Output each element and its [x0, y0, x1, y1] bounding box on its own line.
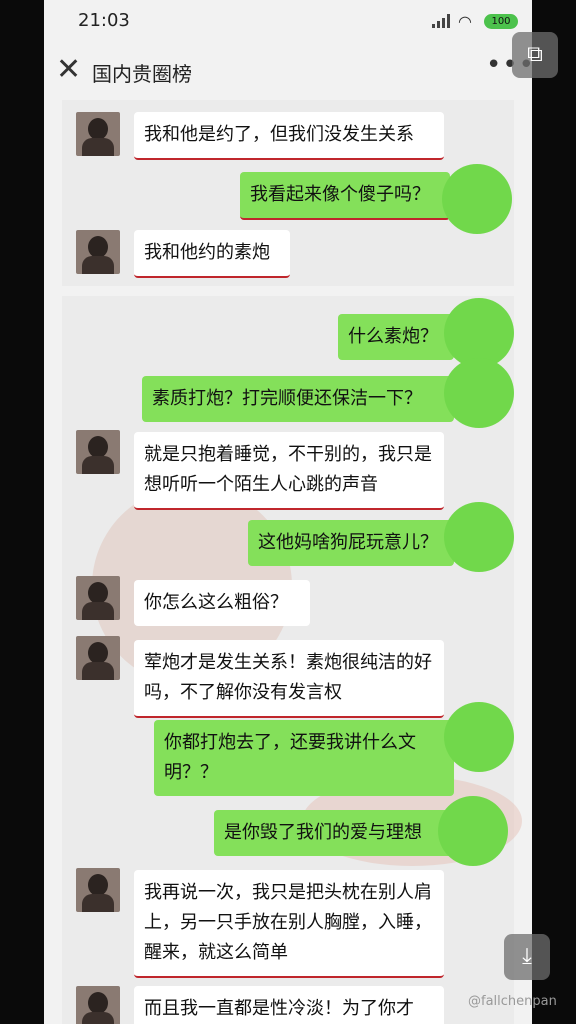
message-bubble: 我和他是约了，但我们没发生关系 — [134, 112, 444, 160]
watermark-text: @fallchenpan — [468, 994, 557, 1009]
message-bubble: 你怎么这么粗俗？ — [134, 580, 310, 626]
message-bubble: 荤炮才是发生关系！素炮很纯洁的好吗，不了解你没有发言权 — [134, 640, 444, 718]
redaction-circle — [438, 796, 508, 866]
message-bubble: 什么素炮？ — [338, 314, 454, 360]
status-bar: 21:03 ◠ 100 — [44, 0, 532, 44]
title-bar: ✕ 国内贵圈榜 ••• — [44, 44, 532, 100]
redaction-circle — [444, 502, 514, 572]
message-bubble: 素质打炮？打完顺便还保洁一下？ — [142, 376, 454, 422]
battery-icon: 100 — [484, 14, 518, 29]
redaction-circle — [444, 358, 514, 428]
avatar — [76, 430, 120, 474]
message-bubble: 而且我一直都是性冷淡！为了你才 — [134, 986, 444, 1024]
page-title: 国内贵圈榜 — [92, 62, 192, 86]
avatar — [76, 230, 120, 274]
multi-window-icon[interactable]: ⧉ — [512, 32, 558, 78]
download-icon[interactable]: ⤓ — [504, 934, 550, 980]
message-bubble: 你都打炮去了，还要我讲什么文明？？ — [154, 720, 454, 796]
avatar — [76, 112, 120, 156]
wifi-icon: ◠ — [458, 12, 472, 31]
redaction-circle — [442, 164, 512, 234]
close-icon[interactable]: ✕ — [56, 52, 81, 88]
avatar — [76, 986, 120, 1024]
redaction-circle — [444, 702, 514, 772]
avatar — [76, 636, 120, 680]
avatar — [76, 868, 120, 912]
avatar — [76, 576, 120, 620]
chat-card-2: 什么素炮？ 素质打炮？打完顺便还保洁一下？ 就是只抱着睡觉，不干别的，我只是想听… — [62, 296, 522, 1024]
chat-card-1: 我和他是约了，但我们没发生关系 我看起来像个傻子吗？ 我和他约的素炮 — [62, 100, 514, 286]
message-bubble: 就是只抱着睡觉，不干别的，我只是想听听一个陌生人心跳的声音 — [134, 432, 444, 510]
message-bubble: 我和他约的素炮 — [134, 230, 290, 278]
status-time: 21:03 — [78, 10, 130, 31]
message-bubble: 这他妈啥狗屁玩意儿？ — [248, 520, 454, 566]
message-bubble: 是你毁了我们的爱与理想 — [214, 810, 454, 856]
message-bubble: 我再说一次，我只是把头枕在别人肩上，另一只手放在别人胸膛，入睡，醒来，就这么简单 — [134, 870, 444, 978]
signal-icon — [432, 14, 450, 28]
message-bubble: 我看起来像个傻子吗？ — [240, 172, 450, 220]
phone-screen: 21:03 ◠ 100 ✕ 国内贵圈榜 ••• 我和他是约了，但我们没发生关系 … — [44, 0, 532, 1024]
